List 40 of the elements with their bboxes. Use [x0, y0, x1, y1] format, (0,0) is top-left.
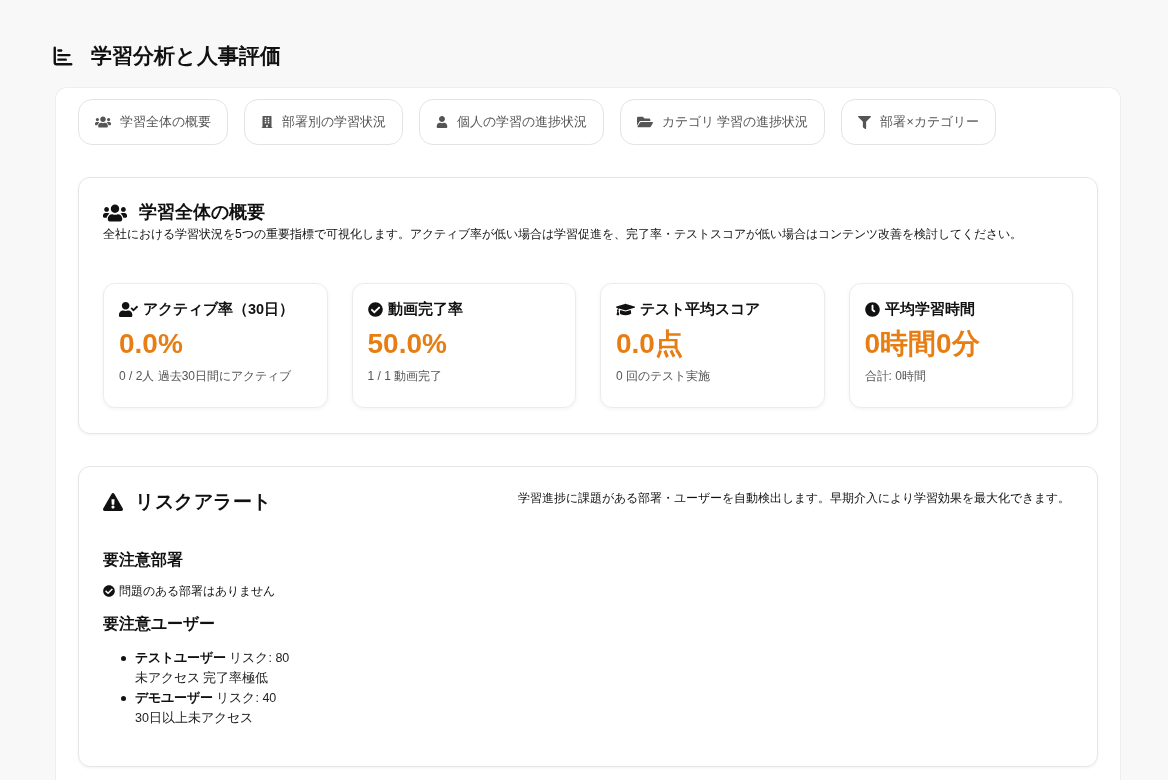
folder-icon: [637, 114, 653, 130]
clock-icon: [864, 301, 880, 317]
metric-label: 動画完了率: [387, 299, 463, 319]
section-title: 学習全体の概要: [139, 201, 265, 225]
metric-value: 50.0%: [367, 326, 448, 361]
tab[interactable]: 部署別の学習状況: [244, 99, 403, 145]
metric-note: 0 / 2人 過去30日間にアクティブ: [119, 368, 293, 386]
bar-chart-icon: [52, 45, 74, 67]
user-risk-reasons: 30日以上未アクセス: [135, 709, 253, 727]
metric-value: 0.0点: [616, 326, 684, 361]
warning-icon: [103, 492, 123, 513]
section-description: 学習進捗に課題がある部署・ユーザーを自動検出します。早期介入により学習効果を最大化できます。: [518, 489, 1070, 507]
tab[interactable]: カテゴリ 学習の進捗状況: [620, 99, 826, 145]
user-icon: [436, 116, 448, 128]
building-icon: [261, 116, 273, 128]
subsection-heading: 要注意ユーザー: [103, 613, 216, 634]
user-risk-summary: デモユーザー リスク: 40: [135, 689, 277, 707]
users-icon: [95, 114, 111, 130]
user-check-icon: [119, 299, 138, 319]
metric-note: 0 回のテスト実施: [616, 368, 711, 386]
subsection-heading: 要注意部署: [103, 550, 184, 571]
status-message: 問題のある部署はありません: [119, 582, 275, 600]
bullet-icon: [121, 695, 126, 701]
user-risk-summary: テストユーザー リスク: 80: [135, 649, 290, 667]
metric-note: 合計: 0時間: [864, 368, 927, 386]
tab[interactable]: 個人の学習の進捗状況: [419, 99, 604, 145]
metric-value: 0.0%: [119, 326, 184, 361]
section-title: リスクアラート: [135, 489, 272, 514]
filter-icon: [858, 115, 872, 129]
tab[interactable]: 学習全体の概要: [78, 99, 228, 145]
metric-label: アクティブ率（30日）: [143, 299, 295, 319]
metric-note: 1 / 1 動画完了: [367, 368, 444, 386]
bullet-icon: [121, 655, 126, 661]
user-risk-reasons: 未アクセス 完了率極低: [135, 669, 269, 687]
tab[interactable]: 部署×カテゴリー: [841, 99, 996, 145]
metric-label: 平均学習時間: [884, 299, 975, 319]
metric-label: テスト平均スコア: [640, 299, 760, 319]
section-description: 全社における学習状況を5つの重要指標で可視化します。アクティブ率が低い場合は学習促進を、完了率・テストスコアが低い場合はコンテンツ改善を検討してください。: [103, 226, 1023, 243]
page-title: 学習分析と人事評価: [91, 43, 281, 69]
metric-value: 0時間0分: [864, 326, 981, 361]
